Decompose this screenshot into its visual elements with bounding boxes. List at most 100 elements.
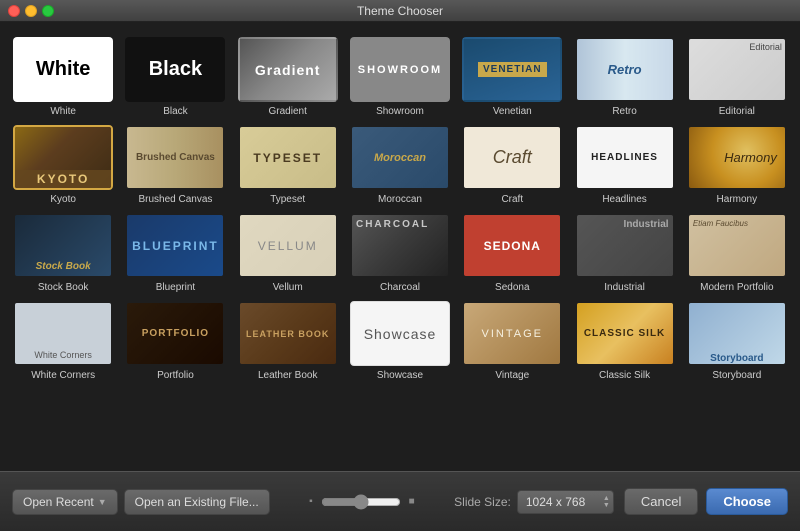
theme-thumb-brushed-canvas: Brushed Canvas — [125, 125, 225, 190]
theme-vellum[interactable]: VELLUM Vellum — [235, 213, 341, 293]
theme-showroom[interactable]: SHOWROOM Showroom — [347, 37, 453, 117]
theme-typeset[interactable]: TYPESET Typeset — [235, 125, 341, 205]
theme-thumb-stock-book: Stock Book — [13, 213, 113, 278]
theme-industrial[interactable]: Industrial Industrial — [571, 213, 677, 293]
theme-white[interactable]: White White — [10, 37, 116, 117]
theme-thumb-charcoal: CHARCOAL — [350, 213, 450, 278]
theme-label-gradient: Gradient — [269, 106, 307, 117]
chevron-down-icon: ▼ — [98, 497, 107, 507]
theme-label-blueprint: Blueprint — [156, 282, 195, 293]
theme-label-editorial: Editorial — [719, 106, 755, 117]
theme-label-charcoal: Charcoal — [380, 282, 420, 293]
theme-leather-book[interactable]: LEATHER BOOK Leather Book — [235, 301, 341, 381]
theme-label-white-corners: White Corners — [31, 370, 95, 381]
theme-venetian[interactable]: VENETIAN Venetian — [459, 37, 565, 117]
theme-label-moroccan: Moroccan — [378, 194, 422, 205]
theme-retro[interactable]: Retro Retro — [571, 37, 677, 117]
theme-editorial[interactable]: Editorial Editorial — [684, 37, 790, 117]
theme-thumb-classic-silk: CLASSIC SILK — [575, 301, 675, 366]
theme-thumb-industrial: Industrial — [575, 213, 675, 278]
theme-headlines[interactable]: HEADLINES Headlines — [571, 125, 677, 205]
theme-storyboard[interactable]: Storyboard Storyboard — [684, 301, 790, 381]
theme-portfolio[interactable]: PORTFOLIO Portfolio — [122, 301, 228, 381]
theme-label-showroom: Showroom — [376, 106, 424, 117]
theme-thumb-retro: Retro — [575, 37, 675, 102]
titlebar: Theme Chooser — [0, 0, 800, 22]
theme-label-stock-book: Stock Book — [38, 282, 89, 293]
theme-thumb-headlines: HEADLINES — [575, 125, 675, 190]
theme-thumb-vellum: VELLUM — [238, 213, 338, 278]
theme-label-modern-portfolio: Modern Portfolio — [700, 282, 773, 293]
theme-brushed-canvas[interactable]: Brushed Canvas Brushed Canvas — [122, 125, 228, 205]
bottom-center: ▪ ■ — [270, 494, 454, 510]
theme-thumb-editorial: Editorial — [687, 37, 787, 102]
zoom-out-icon: ▪ — [309, 496, 313, 507]
theme-thumb-white: White — [13, 37, 113, 102]
traffic-lights — [8, 5, 54, 17]
zoom-in-icon: ■ — [409, 496, 415, 507]
themes-grid: White White Black Black Gradient Gradien… — [10, 37, 790, 381]
theme-thumb-showroom: SHOWROOM — [350, 37, 450, 102]
theme-thumb-venetian: VENETIAN — [462, 37, 562, 102]
theme-thumb-white-corners: White Corners — [13, 301, 113, 366]
bottom-bar: Open Recent ▼ Open an Existing File... ▪… — [0, 471, 800, 531]
theme-thumb-gradient: Gradient — [238, 37, 338, 102]
zoom-slider[interactable] — [321, 494, 401, 510]
theme-moroccan[interactable]: Moroccan Moroccan — [347, 125, 453, 205]
theme-gradient[interactable]: Gradient Gradient — [235, 37, 341, 117]
bottom-right: Cancel Choose — [624, 488, 788, 515]
open-existing-button[interactable]: Open an Existing File... — [124, 489, 270, 515]
theme-label-harmony: Harmony — [717, 194, 758, 205]
theme-thumb-vintage: VINTAGE — [462, 301, 562, 366]
close-button[interactable] — [8, 5, 20, 17]
theme-showcase[interactable]: Showcase Showcase — [347, 301, 453, 381]
theme-thumb-leather-book: LEATHER BOOK — [238, 301, 338, 366]
theme-charcoal[interactable]: CHARCOAL Charcoal — [347, 213, 453, 293]
theme-harmony[interactable]: Harmony Harmony — [684, 125, 790, 205]
theme-label-retro: Retro — [612, 106, 636, 117]
theme-label-vellum: Vellum — [273, 282, 303, 293]
theme-label-typeset: Typeset — [270, 194, 305, 205]
themes-area: White White Black Black Gradient Gradien… — [0, 22, 800, 471]
theme-white-corners[interactable]: White Corners White Corners — [10, 301, 116, 381]
theme-thumb-sedona: SEDONA — [462, 213, 562, 278]
theme-thumb-showcase: Showcase — [350, 301, 450, 366]
open-recent-button[interactable]: Open Recent ▼ — [12, 489, 118, 515]
theme-blueprint[interactable]: BLUEPRINT Blueprint — [122, 213, 228, 293]
slide-size-wrapper: 1024 x 768 1920 x 1080 Custom ▲ ▼ — [517, 490, 614, 514]
theme-thumb-modern-portfolio: Etiam Faucibus — [687, 213, 787, 278]
theme-vintage[interactable]: VINTAGE Vintage — [459, 301, 565, 381]
theme-modern-portfolio[interactable]: Etiam Faucibus Modern Portfolio — [684, 213, 790, 293]
theme-classic-silk[interactable]: CLASSIC SILK Classic Silk — [571, 301, 677, 381]
minimize-button[interactable] — [25, 5, 37, 17]
theme-label-venetian: Venetian — [493, 106, 532, 117]
window-title: Theme Chooser — [357, 4, 443, 18]
theme-black[interactable]: Black Black — [122, 37, 228, 117]
theme-label-industrial: Industrial — [604, 282, 645, 293]
theme-label-brushed-canvas: Brushed Canvas — [138, 194, 212, 205]
theme-thumb-craft: Craft — [462, 125, 562, 190]
theme-label-vintage: Vintage — [495, 370, 529, 381]
slide-size-select[interactable]: 1024 x 768 1920 x 1080 Custom — [517, 490, 614, 514]
bottom-left: Open Recent ▼ Open an Existing File... — [12, 489, 270, 515]
theme-craft[interactable]: Craft Craft — [459, 125, 565, 205]
theme-label-kyoto: Kyoto — [50, 194, 76, 205]
theme-label-showcase: Showcase — [377, 370, 423, 381]
theme-label-leather-book: Leather Book — [258, 370, 318, 381]
theme-thumb-moroccan: Moroccan — [350, 125, 450, 190]
theme-label-sedona: Sedona — [495, 282, 529, 293]
theme-sedona[interactable]: SEDONA Sedona — [459, 213, 565, 293]
slide-size-label: Slide Size: — [454, 495, 511, 509]
choose-button[interactable]: Choose — [706, 488, 788, 515]
theme-label-headlines: Headlines — [602, 194, 646, 205]
theme-thumb-portfolio: PORTFOLIO — [125, 301, 225, 366]
theme-thumb-black: Black — [125, 37, 225, 102]
theme-thumb-blueprint: BLUEPRINT — [125, 213, 225, 278]
theme-kyoto[interactable]: KYOTO Kyoto — [10, 125, 116, 205]
theme-stock-book[interactable]: Stock Book Stock Book — [10, 213, 116, 293]
maximize-button[interactable] — [42, 5, 54, 17]
slide-size-area: Slide Size: 1024 x 768 1920 x 1080 Custo… — [454, 490, 614, 514]
theme-thumb-kyoto: KYOTO — [13, 125, 113, 190]
theme-thumb-storyboard: Storyboard — [687, 301, 787, 366]
cancel-button[interactable]: Cancel — [624, 488, 698, 515]
